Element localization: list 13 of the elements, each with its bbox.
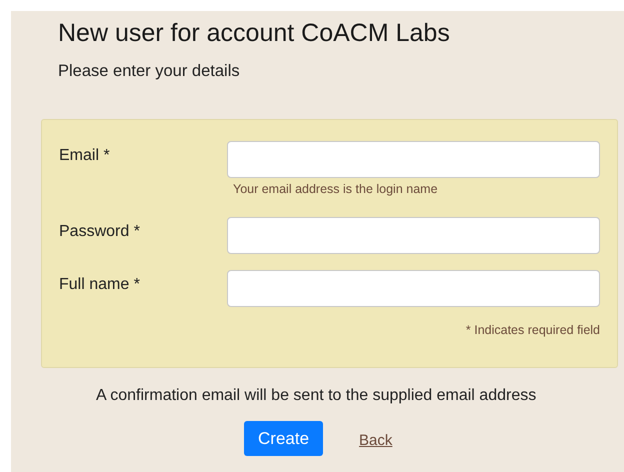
field-label: Email * <box>59 146 110 166</box>
field-label: Password * <box>59 222 140 242</box>
page-title: New user for account CoACM Labs <box>58 19 450 48</box>
field-label: Full name * <box>59 275 140 295</box>
required-note: * Indicates required field <box>466 323 600 337</box>
page-subtitle: Please enter your details <box>58 62 240 81</box>
confirmation-text: A confirmation email will be sent to the supplied email address <box>96 387 536 405</box>
input-field[interactable] <box>227 217 600 254</box>
back-link[interactable]: Back <box>359 432 392 449</box>
field-hint: Your email address is the login name <box>233 182 438 196</box>
input-field[interactable] <box>227 141 600 178</box>
create-button[interactable]: Create <box>244 421 324 456</box>
input-field[interactable] <box>227 270 600 307</box>
